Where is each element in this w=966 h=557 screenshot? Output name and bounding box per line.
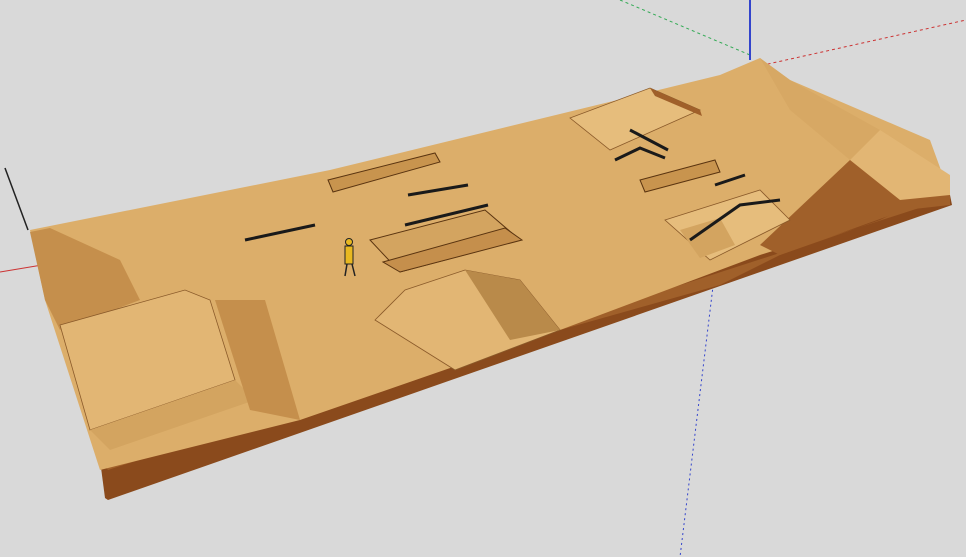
green-axis-dashed xyxy=(619,0,751,56)
model-viewport[interactable] xyxy=(0,0,966,557)
skatepark-model[interactable] xyxy=(30,58,952,500)
black-axis xyxy=(4,167,29,231)
blue-axis-dotted xyxy=(679,269,716,557)
red-axis-dashed-2 xyxy=(749,19,966,69)
